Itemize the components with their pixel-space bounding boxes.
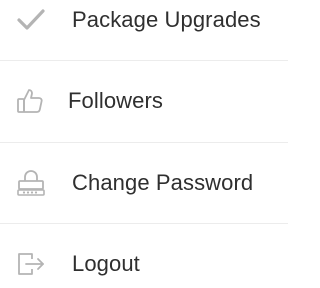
divider xyxy=(0,142,288,143)
menu-item-label: Package Upgrades xyxy=(72,7,261,32)
menu-item-change-password[interactable]: Change Password xyxy=(0,153,288,213)
checkmark-icon xyxy=(17,9,45,30)
menu-item-followers[interactable]: Followers xyxy=(0,71,288,131)
menu-item-logout[interactable]: Logout xyxy=(0,234,288,288)
menu-item-label: Logout xyxy=(72,251,140,276)
thumbs-up-icon xyxy=(17,89,43,113)
menu-item-label: Followers xyxy=(68,88,164,113)
menu-item-label: Change Password xyxy=(72,170,254,195)
divider xyxy=(0,223,288,224)
lock-password-icon xyxy=(17,170,45,196)
divider xyxy=(0,60,288,61)
menu-item-package-upgrades[interactable]: Package Upgrades xyxy=(0,0,288,50)
account-menu: Package Upgrades Followers Change Passwo… xyxy=(0,0,288,288)
logout-icon xyxy=(18,253,44,275)
